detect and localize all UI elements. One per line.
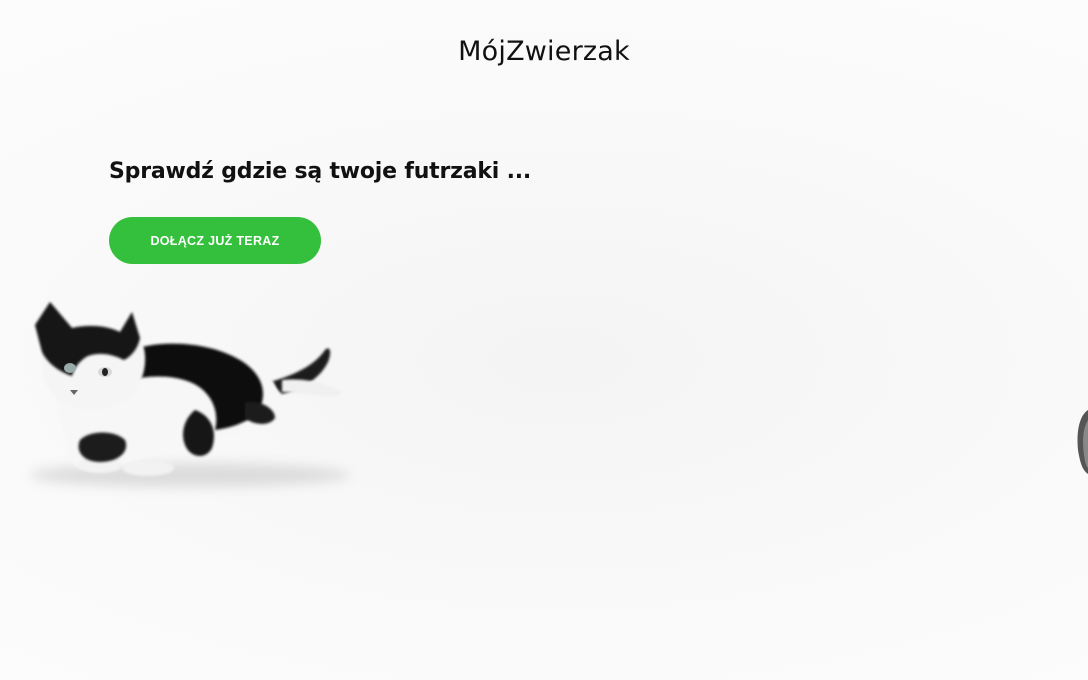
hero-section: MójZwierzak Sprawdź gdzie są twoje futrz… [0,0,1088,680]
join-now-button[interactable]: DOŁĄCZ JUŻ TERAZ [109,217,321,264]
cat-eye-left [64,363,76,373]
cat-paw-right [122,460,174,476]
cat-photo [30,302,350,487]
hero-headline: Sprawdź gdzie są twoje futrzaki ... [109,159,532,184]
pet-photo-edge [1077,410,1088,474]
site-logo[interactable]: MójZwierzak [0,36,1088,67]
